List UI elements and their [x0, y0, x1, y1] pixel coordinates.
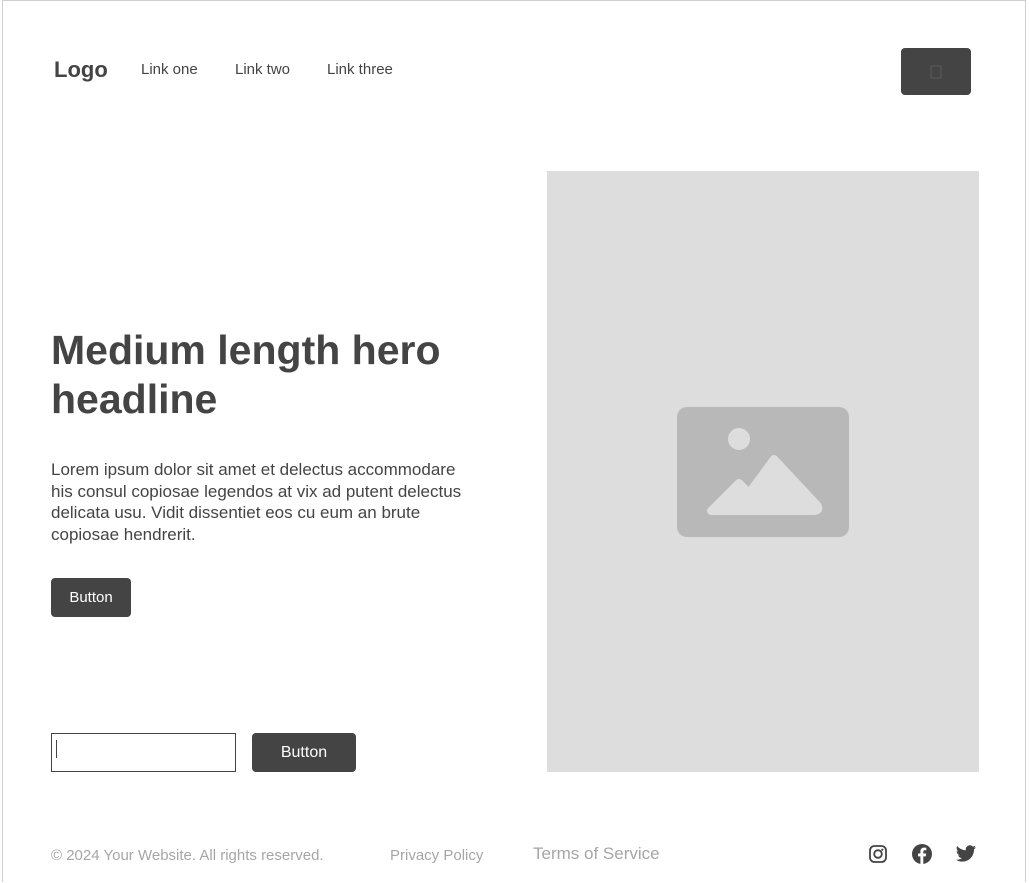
hero-headline: Medium length hero headline [51, 327, 441, 422]
menu-icon [930, 65, 942, 78]
copyright-text: © 2024 Your Website. All rights reserved… [51, 847, 324, 864]
instagram-icon [869, 845, 887, 863]
twitter-icon [955, 845, 977, 862]
email-input[interactable] [51, 733, 236, 772]
nav-link-one[interactable]: Link one [141, 60, 198, 80]
logo[interactable]: Logo [54, 57, 108, 83]
twitter-link[interactable] [955, 843, 977, 865]
text-caret [56, 740, 57, 758]
facebook-icon [912, 844, 932, 864]
facebook-link[interactable] [911, 843, 933, 865]
instagram-link[interactable] [867, 843, 889, 865]
submit-button[interactable]: Button [252, 733, 356, 772]
hero-primary-button[interactable]: Button [51, 578, 131, 617]
terms-of-service-link[interactable]: Terms of Service [533, 844, 660, 864]
nav-link-three[interactable]: Link three [327, 60, 393, 80]
privacy-policy-link[interactable]: Privacy Policy [390, 846, 483, 866]
hero-image-placeholder [547, 171, 979, 772]
hero-body-text: Lorem ipsum dolor sit amet et delectus a… [51, 460, 462, 545]
nav-link-two[interactable]: Link two [235, 60, 290, 80]
menu-button[interactable] [901, 48, 971, 95]
image-placeholder-icon [677, 407, 849, 537]
